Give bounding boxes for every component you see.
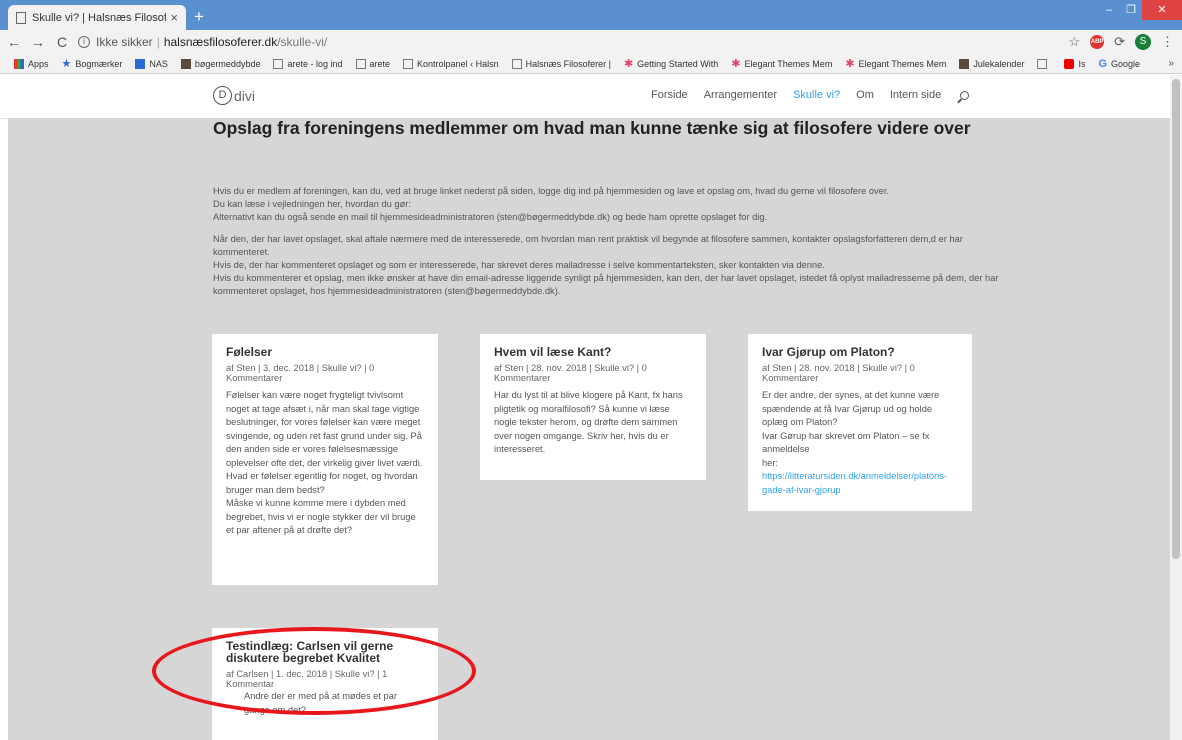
nas-icon <box>135 58 146 69</box>
bookmark-julekalender[interactable]: Julekalender <box>959 58 1024 69</box>
nav-arrangementer[interactable]: Arrangementer <box>704 89 777 101</box>
browser-tab[interactable]: Skulle vi? | Halsnæs Filosoferer × <box>8 5 186 30</box>
elegant-themes-icon: ✱ <box>623 57 634 70</box>
url-host: halsnæsfilosoferer.dk <box>163 35 278 49</box>
bookmark-is[interactable]: Is <box>1064 58 1085 69</box>
page-title: Opslag fra foreningens medlemmer om hvad… <box>213 118 971 138</box>
post-title[interactable]: Hvem vil læse Kant? <box>494 346 692 358</box>
nav-forside[interactable]: Forside <box>651 89 688 101</box>
page-icon <box>273 58 284 69</box>
bookmark-bogermeddybde[interactable]: bøgermeddybde <box>180 58 260 69</box>
bookmark-elegant-1[interactable]: ✱ Elegant Themes Mem <box>731 57 832 70</box>
logo-text: divi <box>234 87 256 104</box>
adblock-icon[interactable]: ABP <box>1090 35 1105 49</box>
site-icon <box>180 58 191 69</box>
post-card: Følelser af Sten | 3. dec. 2018 | Skulle… <box>212 334 438 585</box>
star-icon: ★ <box>61 57 72 70</box>
elegant-themes-icon: ✱ <box>731 57 741 70</box>
window-close-icon[interactable]: ✕ <box>1142 0 1182 20</box>
bookmark-kontrolpanel[interactable]: Kontrolpanel ‹ Halsn <box>403 58 499 69</box>
post-title[interactable]: Ivar Gjørup om Platon? <box>762 346 958 358</box>
forward-icon[interactable]: → <box>28 34 48 50</box>
post-card: Hvem vil læse Kant? af Sten | 28. nov. 2… <box>480 334 706 480</box>
site-logo[interactable]: D divi <box>213 86 255 105</box>
profile-avatar[interactable]: S <box>1135 34 1151 50</box>
bookmarks-overflow-icon[interactable]: » <box>1168 58 1174 69</box>
url-path: /skulle-vi/ <box>277 35 328 49</box>
scrollbar-thumb[interactable] <box>1172 79 1180 559</box>
review-link[interactable]: https://litteratursiden.dk/anmeldelser/p… <box>762 471 947 495</box>
post-excerpt: Følelser kan være noget frygteligt tvivl… <box>226 390 423 535</box>
julekalender-icon <box>959 58 970 69</box>
security-label: Ikke sikker <box>96 35 153 49</box>
bookmark-star-icon[interactable]: ☆ <box>1068 34 1080 50</box>
intro-text: Hvis du er medlem af foreningen, kan du,… <box>213 185 1003 307</box>
post-title[interactable]: Følelser <box>226 346 424 358</box>
url-field[interactable]: i Ikke sikker | halsnæsfilosoferer.dk /s… <box>78 32 1068 52</box>
post-excerpt: Er der andre, der synes, at det kunne væ… <box>762 389 958 497</box>
post-excerpt: Har du lyst til at blive klogere på Kant… <box>494 390 683 454</box>
window-controls: – ❐ ✕ <box>1098 0 1182 20</box>
post-meta: af Carlsen | 1. dec. 2018 | Skulle vi? |… <box>226 669 388 689</box>
page-icon <box>1037 58 1048 69</box>
nav-intern-side[interactable]: Intern side <box>890 89 941 101</box>
site-header: D divi Forside Arrangementer Skulle vi? … <box>0 75 1182 118</box>
bookmark-blank[interactable] <box>1037 58 1051 69</box>
post-excerpt-text: Er der andre, der synes, at det kunne væ… <box>762 390 940 468</box>
reload-icon[interactable]: C <box>52 34 72 50</box>
intro-paragraph: Hvis du er medlem af foreningen, kan du,… <box>213 186 889 222</box>
tab-strip: Skulle vi? | Halsnæs Filosoferer × + – ❐… <box>0 0 1182 30</box>
bookmark-bogmaerker[interactable]: ★ Bogmærker <box>61 57 123 70</box>
extension-icon[interactable]: ⟳ <box>1114 34 1125 50</box>
post-meta: af Sten | 3. dec. 2018 | Skulle vi? | 0 … <box>226 363 375 383</box>
restore-icon[interactable]: ❐ <box>1120 0 1142 20</box>
page-icon <box>403 58 414 69</box>
search-icon[interactable] <box>960 91 969 100</box>
info-icon[interactable]: i <box>78 36 90 48</box>
page-icon <box>511 58 522 69</box>
bookmarks-bar: Apps ★ Bogmærker NAS bøgermeddybde arete … <box>0 54 1182 74</box>
apps-icon <box>14 58 24 69</box>
page-icon <box>355 58 366 69</box>
youtube-icon <box>1064 58 1075 69</box>
bookmark-apps[interactable]: Apps <box>14 58 49 69</box>
nav-om[interactable]: Om <box>856 89 874 101</box>
bookmark-google[interactable]: G Google <box>1098 57 1140 70</box>
back-icon[interactable]: ← <box>4 34 24 50</box>
post-card: Ivar Gjørup om Platon? af Sten | 28. nov… <box>748 334 972 511</box>
intro-paragraph: Når den, der har lavet opslaget, skal af… <box>213 234 999 296</box>
bookmark-elegant-2[interactable]: ✱ Elegant Themes Mem <box>845 57 946 70</box>
bookmark-arete-login[interactable]: arete - log ind <box>273 58 343 69</box>
scrollbar[interactable] <box>1170 75 1182 740</box>
main-nav: Forside Arrangementer Skulle vi? Om Inte… <box>651 89 941 101</box>
address-bar: ← → C i Ikke sikker | halsnæsfilosoferer… <box>0 30 1182 54</box>
menu-icon[interactable]: ⋮ <box>1161 34 1174 50</box>
page-icon <box>16 11 26 24</box>
elegant-themes-icon: ✱ <box>845 57 855 70</box>
post-meta: af Sten | 28. nov. 2018 | Skulle vi? | 0… <box>762 363 915 383</box>
post-excerpt: Andre der er med på at mødes et par gang… <box>244 691 397 715</box>
post-card: Testindlæg: Carlsen vil gerne diskutere … <box>212 628 438 740</box>
post-title[interactable]: Testindlæg: Carlsen vil gerne diskutere … <box>226 640 424 664</box>
new-tab-button[interactable]: + <box>194 7 204 27</box>
minimize-icon[interactable]: – <box>1098 0 1120 20</box>
tab-title: Skulle vi? | Halsnæs Filosoferer <box>32 11 167 24</box>
google-icon: G <box>1098 57 1108 70</box>
divi-logo-icon: D <box>213 86 232 105</box>
bookmark-nas[interactable]: NAS <box>135 58 168 69</box>
bookmark-halsnaes[interactable]: Halsnæs Filosoferer | <box>511 58 611 69</box>
close-tab-icon[interactable]: × <box>170 10 178 25</box>
bookmark-getting-started[interactable]: ✱ Getting Started With <box>623 57 718 70</box>
bookmark-arete[interactable]: arete <box>355 58 390 69</box>
post-meta: af Sten | 28. nov. 2018 | Skulle vi? | 0… <box>494 363 647 383</box>
nav-skulle-vi[interactable]: Skulle vi? <box>793 89 840 101</box>
